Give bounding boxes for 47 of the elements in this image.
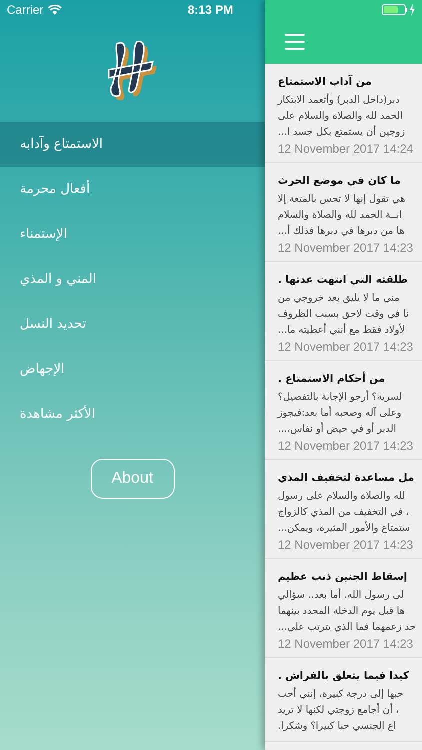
article-excerpt: ها من دبرها في دبرها فذلك أ... xyxy=(278,224,405,239)
carrier-label: Carrier xyxy=(7,3,44,17)
article-date: 12 November 2017 14:23 xyxy=(278,637,414,651)
article-excerpt: الحمد لله والصلاة والسلام على xyxy=(278,110,404,124)
article-excerpt: الدبر أو في حيض أو نفاس،... xyxy=(278,422,396,437)
menu-icon[interactable] xyxy=(285,34,305,50)
article-excerpt: ستمتاع والأمور المثيرة، ويمكن... xyxy=(278,521,410,536)
menu-item[interactable]: أفعال محرمة xyxy=(0,167,265,212)
menu-item[interactable]: الإستمناء xyxy=(0,212,265,257)
article-excerpt: دبر(داخل الدبر) وأتعمد الابتكار xyxy=(278,93,400,108)
article-excerpt: اع الجنسي حبا كبيرا؟ وشكرا. xyxy=(278,720,396,734)
article-excerpt: لى رسول الله. أما بعد.. سؤالي xyxy=(278,588,404,603)
article-excerpt: ابــة الحمد لله والصلاة والسلام xyxy=(278,209,402,223)
article-excerpt: نا في وقت لاحق بسبب الظروف xyxy=(278,308,410,322)
article-excerpt: لأولاد فقط مع أنني أعطيته ما... xyxy=(278,323,406,338)
article-excerpt: لله والصلاة والسلام على رسول xyxy=(278,490,406,504)
article-excerpt: ، في التخفيف من المذي كالزواج xyxy=(278,506,410,520)
article-excerpt: زوجين أن يستمتع بكل جسد ا... xyxy=(278,125,406,140)
article-date: 12 November 2017 14:23 xyxy=(278,241,414,255)
article-date: 12 November 2017 14:24 xyxy=(278,142,414,156)
article-excerpt: ها قبل يوم الدخلة المحدد بينهما xyxy=(278,605,406,619)
article-title: طلقته التي انتهت عدتها . xyxy=(278,273,408,288)
menu-item[interactable]: الأكثر مشاهدة xyxy=(0,392,265,437)
article-date: 12 November 2017 14:23 xyxy=(278,439,414,453)
article-excerpt: مني ما لا يليق بعد خروجي من xyxy=(278,292,400,306)
wifi-icon xyxy=(48,5,62,15)
article-item[interactable]: كيدا فيما يتعلق بالفراش . حبها إلى درجة كبيرة، إنني أحب ، أن أجامع زوجتي لكنها لا تريد اع الجنسي حبا كبيرا؟ وشكرا. xyxy=(265,658,422,742)
article-title: من أحكام الاستمتاع . xyxy=(278,371,386,387)
article-title: من آداب الاستمتاع xyxy=(278,74,372,90)
article-excerpt: ، أن أجامع زوجتي لكنها لا تريد xyxy=(278,703,400,718)
article-excerpt: حبها إلى درجة كبيرة، إنني أحب xyxy=(278,687,404,702)
article-date: 12 November 2017 14:23 xyxy=(278,340,414,354)
menu-item[interactable]: المني و المذي xyxy=(0,257,265,302)
article-title: ما كان في موضع الحرث xyxy=(278,174,401,189)
status-time: 8:13 PM xyxy=(188,3,234,17)
menu-item[interactable]: الإجهاض xyxy=(0,347,265,392)
article-excerpt: هي تقول إنها لا تحس بالمتعة إلا xyxy=(278,193,406,207)
article-title: إسقاط الجنين ذنب عظيم xyxy=(278,570,408,585)
menu-item[interactable]: تحديد النسل xyxy=(0,302,265,347)
article-date: 12 November 2017 14:23 xyxy=(278,538,414,552)
article-excerpt: حد زعمهما فما الذي يترتب علي... xyxy=(278,621,416,635)
article-title: مل مساعدة لتخفيف المذي xyxy=(278,471,414,486)
article-excerpt: لسرية؟ أرجو الإجابة بالتفصيل؟ xyxy=(278,390,402,405)
battery-icon xyxy=(382,4,416,16)
menu-item[interactable]: الاستمتاع وآدابه xyxy=(0,122,265,167)
article-title: كيدا فيما يتعلق بالفراش . xyxy=(278,669,410,684)
article-excerpt: وعلى آله وصحبه أما بعد:فيجوز xyxy=(278,406,402,421)
